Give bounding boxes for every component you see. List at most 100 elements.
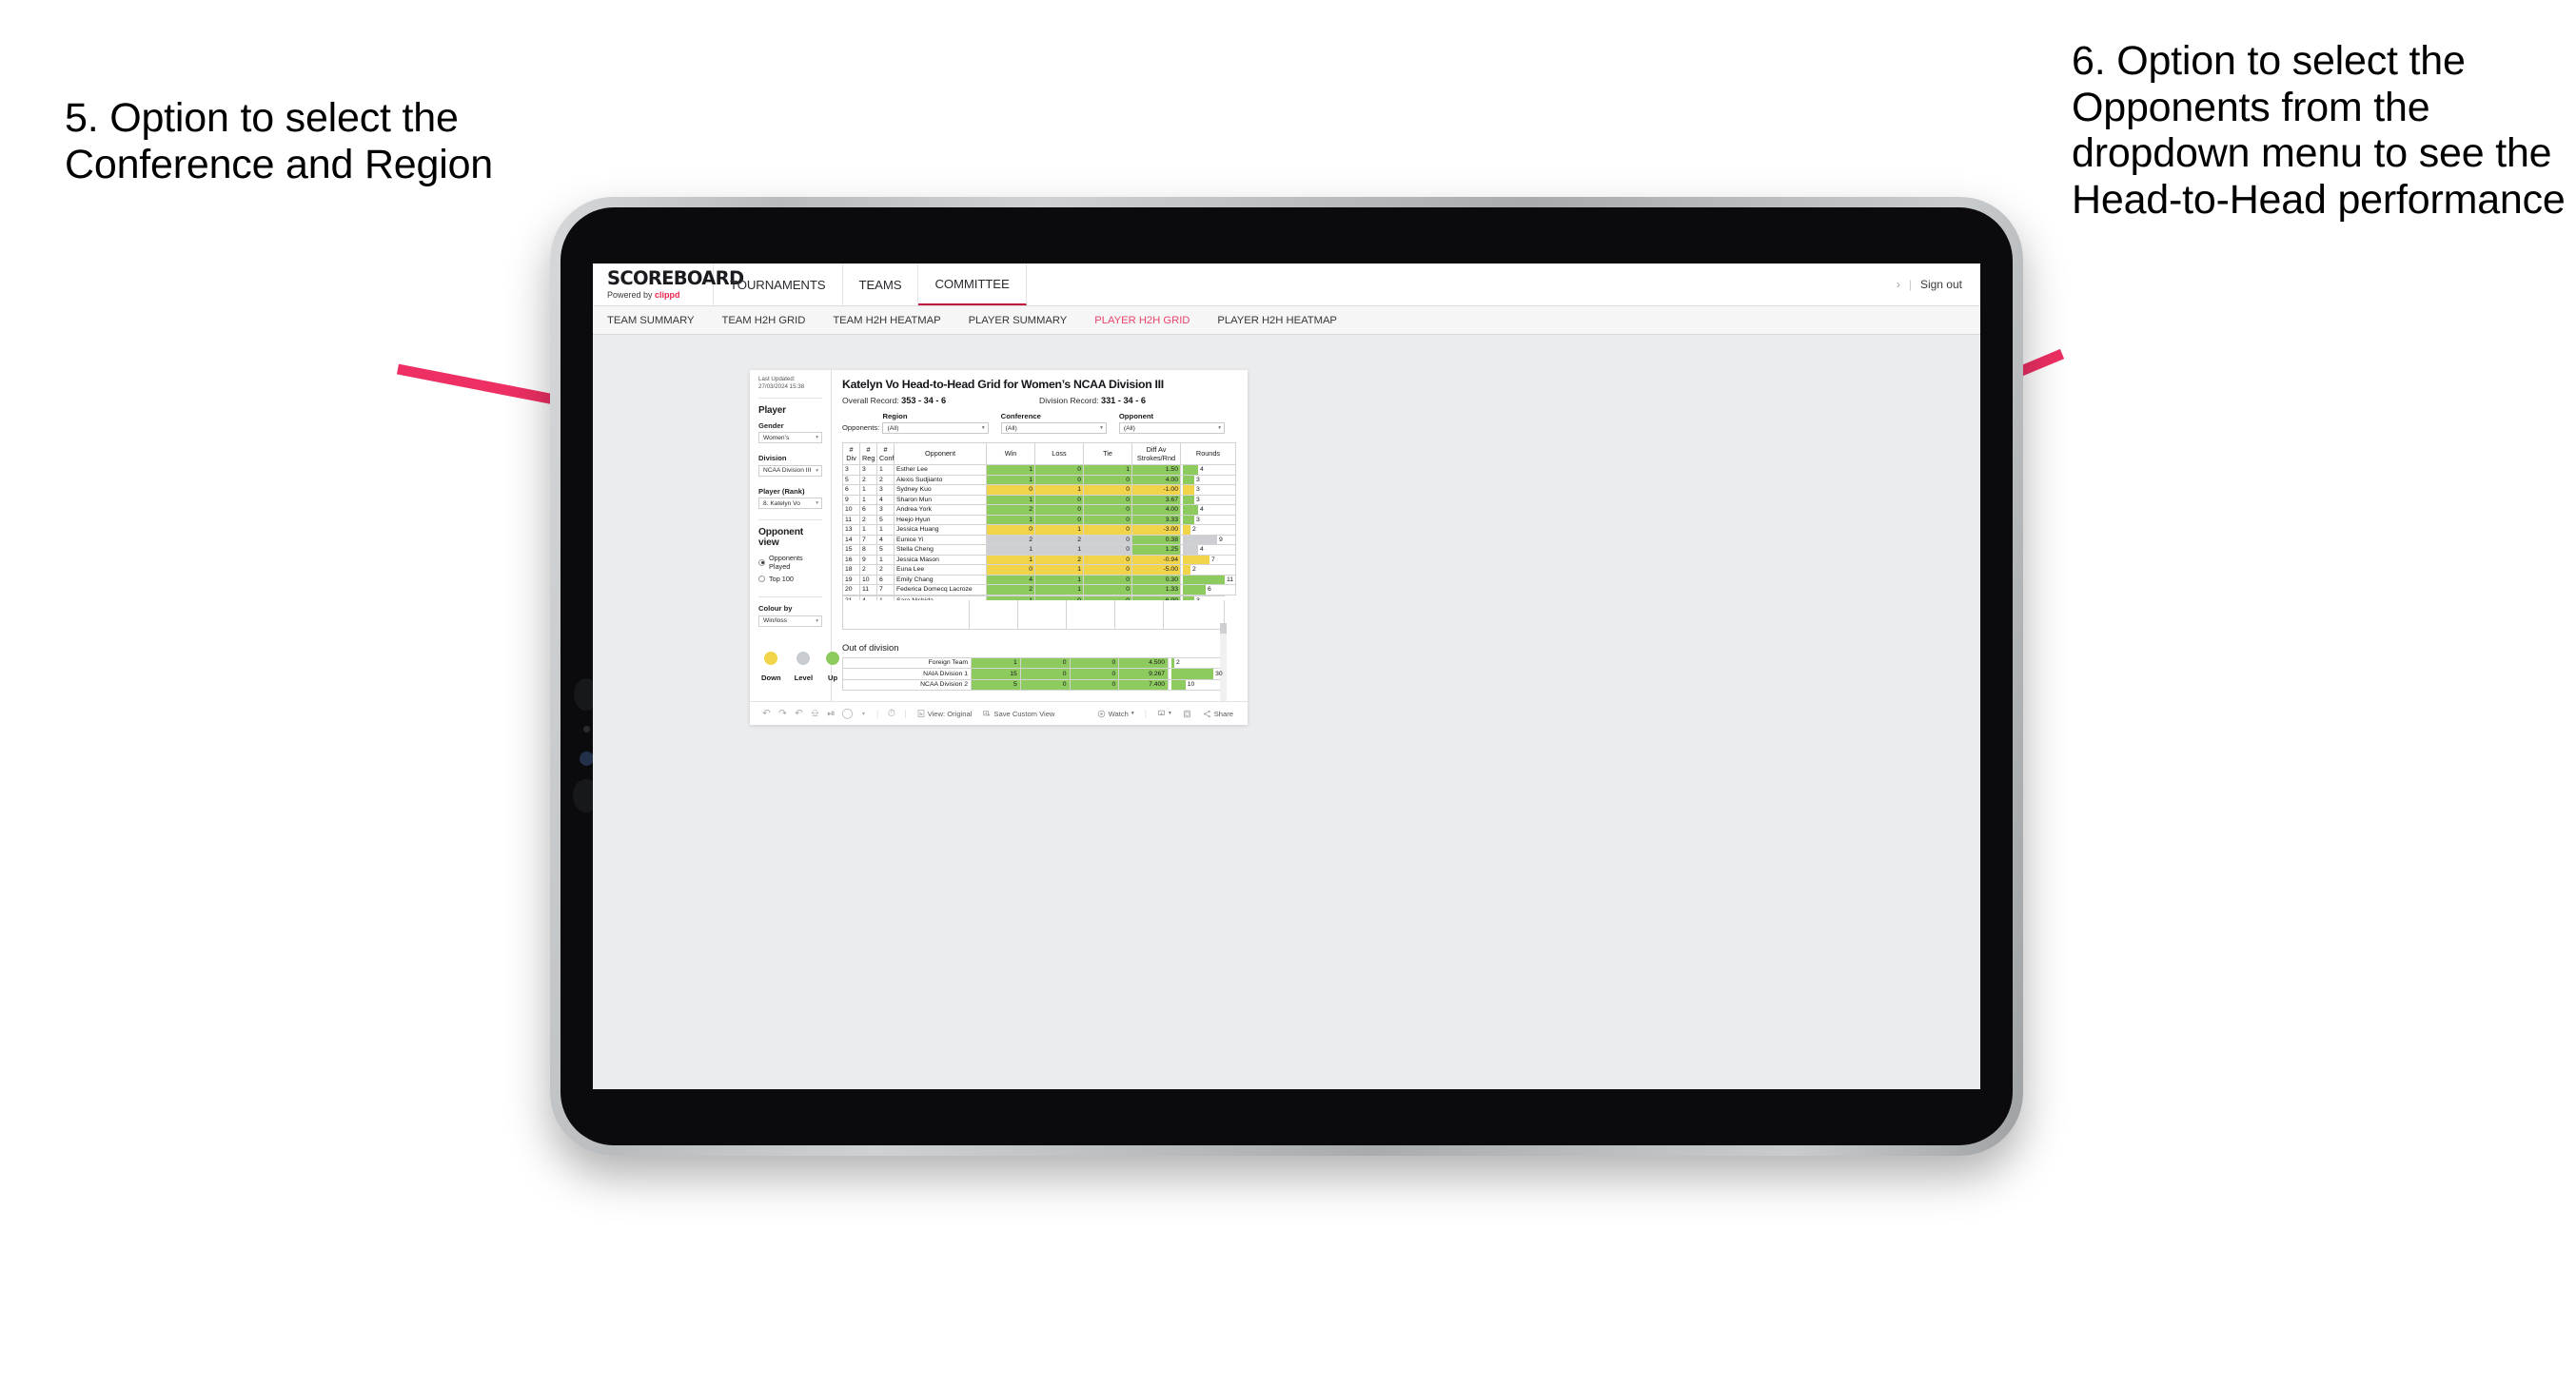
table-row[interactable]: 14 7 4 Eunice Yi 2 2 0 0.38 9: [842, 534, 1236, 545]
clock-history-icon[interactable]: ⏱: [883, 708, 899, 720]
region-select[interactable]: (All) ▾: [882, 422, 989, 434]
cell-reg: 4: [859, 595, 877, 600]
colour-legend: Down Level Up: [758, 650, 840, 682]
cell-win: 2: [986, 534, 1035, 545]
signout-link[interactable]: Sign out: [1920, 278, 1962, 291]
redo-icon[interactable]: ↷: [775, 708, 791, 719]
rounds-bar: [1183, 485, 1194, 495]
cell-group-label: Foreign Team: [841, 656, 973, 669]
player-section-heading: Player: [758, 404, 786, 416]
table-row[interactable]: 20 11 7 Federica Domecq Lacroze 2 1 0 1.33 6: [842, 584, 1236, 595]
subnav-item-player-h2h-grid[interactable]: PLAYER H2H GRID: [1094, 315, 1190, 326]
rounds-bar-cell: 3: [1183, 495, 1233, 504]
share-button[interactable]: Share: [1197, 710, 1239, 718]
fit-dropdown-icon[interactable]: ◯: [839, 708, 855, 719]
topnav-spacer: [1027, 264, 1897, 305]
cell-tie: 0: [1083, 474, 1132, 485]
table-row[interactable]: 15 8 5 Stella Cheng 1 1 0 1.25 4: [842, 544, 1236, 556]
radio-top-100[interactable]: Top 100: [758, 575, 822, 583]
colour-by-select[interactable]: Win/loss ▾: [758, 615, 822, 627]
rounds-bar-cell: 7: [1183, 555, 1233, 564]
pause-updates-icon[interactable]: ⏯: [823, 708, 839, 720]
divider-3: [758, 596, 822, 597]
chevron-right-icon[interactable]: ›: [1897, 278, 1900, 291]
overall-record: Overall Record: 353 - 34 - 6: [842, 396, 1039, 405]
revert-icon[interactable]: ↶: [791, 708, 807, 719]
rounds-value: 2: [1175, 659, 1180, 667]
subnav-item-team-summary[interactable]: TEAM SUMMARY: [607, 315, 695, 326]
rounds-bar-cell: 3: [1183, 475, 1233, 484]
table-row[interactable]: 18 2 2 Euna Lee 0 1 0 -5.00 2: [842, 564, 1236, 576]
grid-empty-footer: [842, 599, 1225, 630]
view-original-button[interactable]: View: Original: [912, 710, 978, 718]
player-rank-select[interactable]: 8. Katelyn Vo ▾: [758, 498, 822, 509]
cell-loss: 1: [1034, 584, 1084, 595]
table-row[interactable]: 3 3 1 Esther Lee 1 0 1 1.50 4: [842, 464, 1236, 476]
opponent-select[interactable]: (All) ▾: [1118, 422, 1225, 434]
chevron-down-icon[interactable]: ▾: [855, 711, 872, 717]
division-record: Division Record: 331 - 34 - 6: [1039, 396, 1146, 405]
subnav-item-player-h2h-heatmap[interactable]: PLAYER H2H HEATMAP: [1217, 315, 1337, 326]
cell-diff: 1.50: [1131, 464, 1181, 476]
cell-opponent: Sharon Mun: [894, 494, 987, 505]
col-div-l1: #: [849, 444, 854, 454]
division-record-label: Division Record:: [1039, 396, 1101, 405]
radio-opponents-played[interactable]: Opponents Played: [758, 554, 822, 571]
subnav-item-team-h2h-heatmap[interactable]: TEAM H2H HEATMAP: [833, 315, 940, 326]
legend-dot-level-icon: [796, 651, 811, 665]
save-custom-view-button[interactable]: Save Custom View: [977, 710, 1060, 718]
col-conf: # Conf: [876, 442, 895, 465]
watch-button[interactable]: Watch ▾: [1091, 710, 1140, 718]
topnav-item-teams[interactable]: TEAMS: [843, 264, 919, 305]
cell-loss: 0: [1034, 504, 1084, 516]
rounds-value: 3: [1196, 496, 1200, 503]
conference-select[interactable]: (All) ▾: [1000, 422, 1107, 434]
blank-cell-4: [1067, 599, 1115, 629]
brand-logo[interactable]: SCOREBOARD Powered by clippd: [593, 264, 744, 305]
dashboard-body: Last Updated: 27/03/2024 15:38 Player Ge…: [750, 370, 1248, 701]
table-row[interactable]: 2141Sara Nishida1006.003: [842, 595, 1225, 600]
table-row[interactable]: NCAA Division 2 5 0 0 7.400 10: [841, 678, 1225, 691]
cell-rounds: 2: [1180, 564, 1236, 576]
cell-rounds: 3: [1180, 484, 1236, 496]
clipped-row-body: 2141Sara Nishida1006.003: [842, 595, 1225, 600]
col-diff-l2: Strokes/Rnd: [1136, 454, 1176, 462]
out-of-division-title: Out of division: [842, 641, 899, 653]
cell-reg: 2: [859, 474, 877, 485]
cell-loss: 0: [1034, 464, 1084, 476]
division-record-value: 331 - 34 - 6: [1100, 396, 1146, 405]
rounds-bar: [1183, 475, 1194, 484]
rounds-bar-cell: 3: [1183, 485, 1233, 495]
filter-group-region: Region (All) ▾: [882, 412, 989, 434]
table-row[interactable]: 9 1 4 Sharon Mun 1 0 0 3.67 3: [842, 494, 1236, 505]
scrollbar-thumb[interactable]: [1220, 623, 1227, 634]
refresh-icon[interactable]: ⎒: [807, 708, 823, 720]
topnav-item-tournaments[interactable]: TOURNAMENTS: [714, 264, 843, 305]
table-row[interactable]: NAIA Division 1 15 0 0 9.267 30: [841, 668, 1225, 680]
division-select[interactable]: NCAA Division III ▾: [758, 464, 822, 477]
table-row[interactable]: 5 2 2 Alexis Sudjianto 1 0 0 4.00 3: [842, 474, 1236, 485]
gender-select[interactable]: Women’s ▾: [758, 432, 822, 443]
col-reg-l2: Reg: [862, 454, 875, 462]
rounds-bar-cell: 2: [1183, 525, 1233, 535]
opponent-view-heading: Opponent view: [758, 527, 804, 548]
page-title: Katelyn Vo Head-to-Head Grid for Women’s…: [842, 378, 1164, 391]
subnav-item-player-summary[interactable]: PLAYER SUMMARY: [969, 315, 1068, 326]
fullscreen-button[interactable]: [1177, 710, 1197, 718]
table-row[interactable]: 6 1 3 Sydney Kuo 0 1 0 -1.00 3: [842, 484, 1236, 496]
table-row[interactable]: 16 9 1 Jessica Mason 1 2 0 -0.94 7: [842, 554, 1236, 565]
download-button[interactable]: ▾: [1151, 710, 1177, 718]
table-row[interactable]: 19 10 6 Emily Chang 4 1 0 0.30 11: [842, 574, 1236, 585]
rounds-bar: [1183, 515, 1194, 524]
microphone-icon: [583, 726, 590, 732]
subnav-item-team-h2h-grid[interactable]: TEAM H2H GRID: [721, 315, 805, 326]
table-row[interactable]: 10 6 3 Andrea York 2 0 0 4.00 4: [842, 504, 1236, 516]
table-row[interactable]: Foreign Team 1 0 0 4.500 2: [841, 656, 1225, 669]
topnav-item-committee[interactable]: COMMITTEE: [918, 264, 1027, 305]
cell-loss: 1: [1034, 524, 1084, 536]
cell-conf: 4: [876, 494, 895, 505]
table-row[interactable]: 11 2 5 Heejo Hyun 1 0 0 3.33 3: [842, 514, 1236, 525]
blank-cell-2: [970, 599, 1018, 629]
undo-icon[interactable]: ↶: [758, 708, 775, 719]
table-row[interactable]: 13 1 1 Jessica Huang 0 1 0 -3.00 2: [842, 524, 1236, 536]
